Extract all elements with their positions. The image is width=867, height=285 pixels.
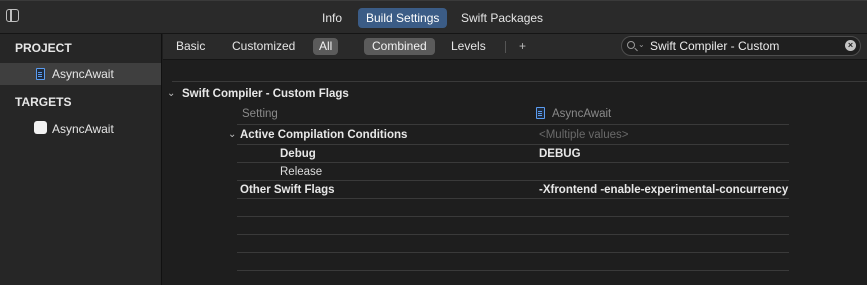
row-divider (237, 198, 789, 199)
view-combined-button[interactable]: Combined (364, 38, 435, 55)
tab-build-settings[interactable]: Build Settings (358, 8, 448, 28)
setting-value-other-swift-flags[interactable]: -Xfrontend -enable-experimental-concurre… (539, 184, 788, 196)
setting-value-active-compilation-conditions[interactable]: <Multiple values> (539, 129, 629, 141)
project-item-label: AsyncAwait (52, 67, 114, 81)
row-divider (237, 162, 789, 163)
empty-row-divider (237, 252, 789, 253)
view-levels-button[interactable]: Levels (445, 38, 492, 55)
filter-customized-button[interactable]: Customized (226, 38, 301, 55)
section-chevron-down-icon[interactable]: ⌄ (167, 88, 175, 99)
clear-icon[interactable]: × (845, 40, 856, 51)
column-header-target: AsyncAwait (552, 108, 612, 120)
setting-name-release[interactable]: Release (280, 166, 322, 178)
column-header-setting: Setting (242, 108, 278, 120)
filter-divider (505, 41, 506, 53)
row-divider (237, 144, 789, 145)
tab-info[interactable]: Info (314, 8, 350, 28)
row-divider (237, 180, 789, 181)
project-header: PROJECT (15, 41, 72, 55)
empty-row-divider (237, 234, 789, 235)
filter-basic-button[interactable]: Basic (170, 38, 211, 55)
tab-swift-packages[interactable]: Swift Packages (453, 8, 551, 28)
empty-row-divider (237, 270, 789, 271)
search-icon (627, 41, 635, 49)
empty-row-divider (237, 216, 789, 217)
section-title[interactable]: Swift Compiler - Custom Flags (182, 88, 349, 100)
header-divider (237, 124, 789, 125)
setting-name-other-swift-flags[interactable]: Other Swift Flags (240, 184, 335, 196)
app-target-icon (34, 121, 47, 134)
chevron-down-icon[interactable]: ⌄ (638, 40, 645, 49)
row-chevron-down-icon[interactable]: ⌄ (228, 129, 236, 140)
filter-all-button[interactable]: All (313, 38, 339, 55)
project-file-icon (36, 68, 45, 80)
search-input[interactable]: Swift Compiler - Custom (650, 37, 779, 55)
sidebar-toggle-icon[interactable] (6, 9, 19, 22)
setting-name-debug[interactable]: Debug (280, 148, 316, 160)
add-setting-button[interactable]: + (519, 38, 526, 55)
setting-value-debug[interactable]: DEBUG (539, 148, 581, 160)
target-item-label: AsyncAwait (52, 122, 114, 136)
section-separator (172, 81, 867, 82)
project-column-icon (536, 107, 545, 119)
setting-name-active-compilation-conditions[interactable]: Active Compilation Conditions (240, 129, 407, 141)
targets-header: TARGETS (15, 95, 72, 109)
